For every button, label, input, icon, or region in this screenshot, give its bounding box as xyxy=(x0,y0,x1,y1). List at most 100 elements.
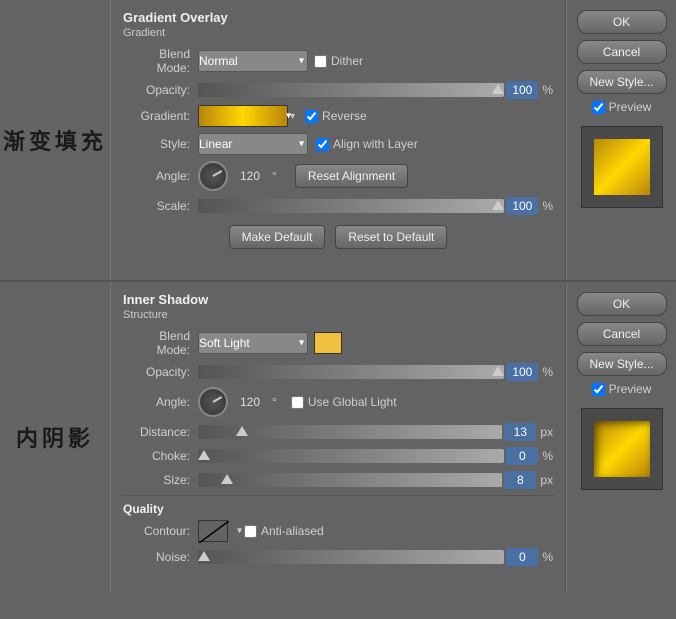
inner-shadow-opacity-slider[interactable] xyxy=(198,365,504,379)
inner-shadow-global-light-checkbox[interactable] xyxy=(291,396,304,409)
gradient-dither-group: Dither xyxy=(314,54,363,68)
inner-shadow-opacity-slider-container: % xyxy=(198,363,553,381)
gradient-blend-mode-select[interactable]: Normal Dissolve Multiply Screen Overlay xyxy=(198,50,308,72)
gradient-button-row: Make Default Reset to Default xyxy=(123,225,553,249)
inner-shadow-distance-row: Distance: px xyxy=(123,423,553,441)
gradient-preview-label: Preview xyxy=(609,100,652,114)
inner-shadow-distance-label: Distance: xyxy=(123,425,198,439)
inner-shadow-noise-slider-container: % xyxy=(198,548,553,566)
gradient-dither-label[interactable]: Dither xyxy=(314,54,363,68)
inner-shadow-cancel-button[interactable]: Cancel xyxy=(577,322,667,346)
gradient-angle-value[interactable] xyxy=(234,169,266,183)
gradient-opacity-unit: % xyxy=(542,83,553,97)
inner-shadow-opacity-unit: % xyxy=(542,365,553,379)
inner-shadow-anti-aliased-checkbox[interactable] xyxy=(244,525,257,538)
inner-shadow-noise-label: Noise: xyxy=(123,550,198,564)
quality-label: Quality xyxy=(123,502,553,516)
inner-shadow-blend-mode-row: Blend Mode: Normal Soft Light Multiply S… xyxy=(123,329,553,357)
inner-shadow-center-panel: Inner Shadow Structure Blend Mode: Norma… xyxy=(110,282,566,592)
gradient-style-dropdown-wrapper[interactable]: Linear Radial Angle Reflected Diamond xyxy=(198,133,308,155)
gradient-scale-label: Scale: xyxy=(123,199,198,213)
inner-shadow-angle-dial[interactable] xyxy=(198,387,228,417)
gradient-opacity-slider-container: % xyxy=(198,81,553,99)
gradient-degree-symbol: ° xyxy=(272,169,277,183)
gradient-angle-container: ° Reset Alignment xyxy=(198,161,408,191)
gradient-scale-value[interactable] xyxy=(506,197,538,215)
gradient-reset-default-button[interactable]: Reset to Default xyxy=(335,225,447,249)
quality-divider xyxy=(123,495,553,496)
gradient-reverse-label[interactable]: Reverse xyxy=(305,109,367,123)
gradient-scale-unit: % xyxy=(542,199,553,213)
gradient-right-panel: OK Cancel New Style... Preview xyxy=(566,0,676,280)
inner-shadow-opacity-value[interactable] xyxy=(506,363,538,381)
inner-shadow-preview-box xyxy=(581,408,663,490)
inner-shadow-size-value[interactable] xyxy=(504,471,536,489)
inner-shadow-anti-aliased-label[interactable]: Anti-aliased xyxy=(244,524,324,538)
inner-shadow-contour-swatch-wrapper[interactable] xyxy=(198,520,228,542)
inner-shadow-choke-unit: % xyxy=(542,449,553,463)
gradient-opacity-value[interactable] xyxy=(506,81,538,99)
inner-shadow-choke-value[interactable] xyxy=(506,447,538,465)
gradient-angle-row: Angle: ° Reset Alignment xyxy=(123,161,553,191)
gradient-preview-box xyxy=(581,126,663,208)
gradient-angle-label: Angle: xyxy=(123,169,198,183)
inner-shadow-distance-unit: px xyxy=(540,425,553,439)
gradient-preview-group: Preview xyxy=(592,100,652,114)
inner-shadow-preview-label: Preview xyxy=(609,382,652,396)
inner-shadow-angle-value[interactable] xyxy=(234,395,266,409)
inner-shadow-noise-unit: % xyxy=(542,550,553,564)
gradient-new-style-button[interactable]: New Style... xyxy=(577,70,667,94)
inner-shadow-color-swatch[interactable] xyxy=(314,332,342,354)
gradient-swatch-label: Gradient: xyxy=(123,109,198,123)
inner-shadow-contour-label: Contour: xyxy=(123,524,198,538)
inner-shadow-blend-mode-dropdown-wrapper[interactable]: Normal Soft Light Multiply Screen Overla… xyxy=(198,332,308,354)
inner-shadow-distance-slider-container: px xyxy=(198,423,553,441)
gradient-cancel-button[interactable]: Cancel xyxy=(577,40,667,64)
inner-shadow-preview-checkbox[interactable] xyxy=(592,383,605,396)
inner-shadow-left-label: 内阴影 xyxy=(0,282,110,592)
gradient-swatch[interactable] xyxy=(198,105,288,127)
gradient-blend-mode-label: Blend Mode: xyxy=(123,47,198,75)
inner-shadow-row: 内阴影 Inner Shadow Structure Blend Mode: N… xyxy=(0,282,676,592)
gradient-ok-button[interactable]: OK xyxy=(577,10,667,34)
inner-shadow-color-swatch-wrapper[interactable] xyxy=(314,332,342,354)
gradient-opacity-slider[interactable] xyxy=(198,83,504,97)
gradient-align-checkbox[interactable] xyxy=(316,138,329,151)
gradient-align-group: Align with Layer xyxy=(316,137,418,151)
inner-shadow-degree-symbol: ° xyxy=(272,395,277,409)
gradient-dither-checkbox[interactable] xyxy=(314,55,327,68)
inner-shadow-blend-mode-label: Blend Mode: xyxy=(123,329,198,357)
inner-shadow-noise-slider[interactable] xyxy=(198,550,504,564)
gradient-panel-subtitle: Gradient xyxy=(123,27,553,39)
gradient-make-default-button[interactable]: Make Default xyxy=(229,225,326,249)
inner-shadow-distance-value[interactable] xyxy=(504,423,536,441)
gradient-preview-square xyxy=(594,139,650,195)
gradient-reverse-checkbox[interactable] xyxy=(305,110,318,123)
gradient-scale-row: Scale: % xyxy=(123,197,553,215)
inner-shadow-distance-slider[interactable] xyxy=(198,425,502,439)
gradient-align-label[interactable]: Align with Layer xyxy=(316,137,418,151)
inner-shadow-blend-mode-select[interactable]: Normal Soft Light Multiply Screen Overla… xyxy=(198,332,308,354)
gradient-style-row: Style: Linear Radial Angle Reflected Dia… xyxy=(123,133,553,155)
gradient-style-select[interactable]: Linear Radial Angle Reflected Diamond xyxy=(198,133,308,155)
inner-shadow-noise-row: Noise: % xyxy=(123,548,553,566)
inner-shadow-choke-slider[interactable] xyxy=(198,449,504,463)
inner-shadow-size-row: Size: px xyxy=(123,471,553,489)
inner-shadow-right-panel: OK Cancel New Style... Preview xyxy=(566,282,676,592)
gradient-preview-checkbox[interactable] xyxy=(592,101,605,114)
gradient-swatch-wrapper[interactable]: ▾ xyxy=(198,105,295,127)
gradient-style-label: Style: xyxy=(123,137,198,151)
gradient-scale-slider[interactable] xyxy=(198,199,504,213)
inner-shadow-global-light-label[interactable]: Use Global Light xyxy=(291,395,397,409)
inner-shadow-contour-swatch[interactable] xyxy=(198,520,228,542)
inner-shadow-noise-value[interactable] xyxy=(506,548,538,566)
gradient-blend-mode-dropdown-wrapper[interactable]: Normal Dissolve Multiply Screen Overlay xyxy=(198,50,308,72)
inner-shadow-ok-button[interactable]: OK xyxy=(577,292,667,316)
inner-shadow-preview-square xyxy=(594,421,650,477)
gradient-angle-dial[interactable] xyxy=(198,161,228,191)
inner-shadow-angle-container: ° Use Global Light xyxy=(198,387,397,417)
gradient-reset-alignment-button[interactable]: Reset Alignment xyxy=(295,164,408,188)
inner-shadow-angle-row: Angle: ° Use Global Light xyxy=(123,387,553,417)
inner-shadow-size-slider[interactable] xyxy=(198,473,502,487)
inner-shadow-new-style-button[interactable]: New Style... xyxy=(577,352,667,376)
